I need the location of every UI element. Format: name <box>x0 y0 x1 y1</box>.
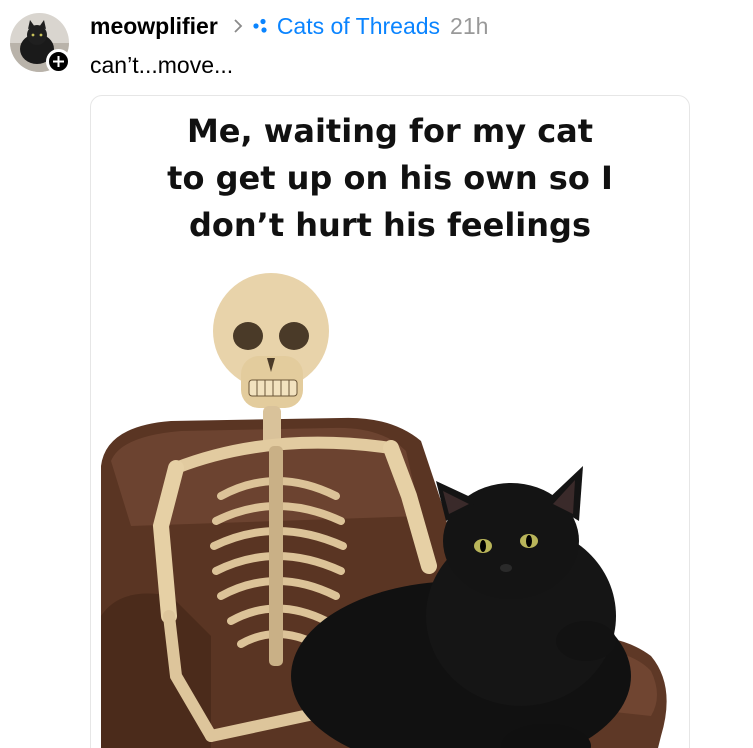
follow-button[interactable] <box>46 49 71 74</box>
chevron-right-icon <box>232 18 244 34</box>
author-username[interactable]: meowplifier <box>90 13 218 40</box>
meme-line-3: don’t hurt his feelings <box>189 206 591 244</box>
post-image[interactable]: Me, waiting for my cat to get up on his … <box>90 95 690 748</box>
thread-post: meowplifier Cats of Threads 21h can’t...… <box>0 0 753 748</box>
meme-line-2: to get up on his own so I <box>167 159 613 197</box>
community-name: Cats of Threads <box>276 12 441 39</box>
community-link[interactable]: Cats of Threads <box>252 13 440 40</box>
meme-caption-text: Me, waiting for my cat to get up on his … <box>91 108 689 249</box>
post-caption: can’t...move... <box>90 52 234 78</box>
plus-icon <box>53 56 64 67</box>
post-timestamp[interactable]: 21h <box>450 13 488 40</box>
author-avatar-container <box>10 13 71 74</box>
post-header: meowplifier Cats of Threads 21h <box>90 8 488 44</box>
meme-line-1: Me, waiting for my cat <box>186 112 594 150</box>
community-dots-icon <box>253 18 267 33</box>
